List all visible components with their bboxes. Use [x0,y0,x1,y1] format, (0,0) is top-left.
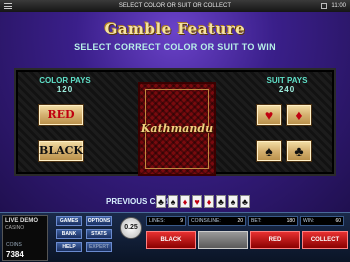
previous-card: ♥ [192,195,202,208]
coins-value: 7384 [6,250,24,259]
spade-icon: ♠ [265,143,273,159]
expert-button[interactable]: EXPERT [86,242,112,252]
suit-pays-label: SUIT PAYS [266,76,308,85]
coins-per-line-value: 20 [237,218,243,224]
suit-button-hearts[interactable]: ♥ [256,104,282,126]
suit-button-diamonds[interactable]: ♦ [286,104,312,126]
coin-size-selector[interactable]: 0.25 [120,217,142,239]
sound-icon[interactable] [321,3,328,9]
stats-button[interactable]: STATS [86,229,112,239]
previous-card: ♣ [216,195,226,208]
bet-info: BET: 180 [248,216,298,226]
spade-icon: ♠ [170,197,176,207]
win-value: 60 [335,218,341,224]
color-pays: COLOR PAYS 120 [30,76,100,94]
previous-card: ♠ [168,195,178,208]
diamond-icon: ♦ [182,197,188,207]
suit-button-clubs[interactable]: ♣ [286,140,312,162]
games-button[interactable]: GAMES [56,216,82,226]
suit-pays-amount: 240 [278,85,296,94]
coins-per-line-info: COINS/LINE: 20 [188,216,246,226]
lines-value: 9 [180,218,183,224]
bet-value: 180 [286,218,295,224]
diamond-icon: ♦ [206,197,212,207]
previous-card: ♣ [156,195,166,208]
help-button[interactable]: HELP [56,242,82,252]
club-icon: ♣ [218,197,224,207]
coins-panel: LIVE DEMO CASINO COINS 7384 [2,215,48,261]
bank-button[interactable]: BANK [56,229,82,239]
bet-info-strip: LINES: 9 COINS/LINE: 20 BET: 180 WIN: 60 [146,216,348,226]
previous-cards-row: PREVIOUS CARDS ♣ ♠ ♦ ♥ ♦ ♣ ♠ ♣ [0,195,350,209]
previous-card: ♣ [240,195,250,208]
suit-pays: SUIT PAYS 240 [252,76,322,94]
heart-icon: ♥ [264,107,274,123]
instruction-text: SELECT CORRECT COLOR OR SUIT TO WIN [74,42,276,52]
face-down-card: Kathmandu [138,82,216,176]
previous-card: ♦ [180,195,190,208]
diamond-icon: ♦ [295,107,303,123]
black-button[interactable]: BLACK [38,140,84,162]
bottom-console: LIVE DEMO CASINO COINS 7384 GAMES OPTION… [0,212,350,262]
red-button[interactable]: RED [38,104,84,126]
card-logo: Kathmandu [140,122,214,135]
status-message: SELECT COLOR OR SUIT OR COLLECT [118,3,232,9]
blank-button-1 [198,231,248,249]
previous-card: ♦ [204,195,214,208]
bet-label: BET: [251,218,262,224]
club-icon: ♣ [242,197,248,207]
brand-logo: LIVE DEMO [5,218,39,224]
options-button[interactable]: OPTIONS [86,216,112,226]
title-bar: SELECT COLOR OR SUIT OR COLLECT 11:00 [0,0,350,12]
lines-label: LINES: [149,218,165,224]
club-icon: ♣ [158,197,164,207]
lines-info: LINES: 9 [146,216,186,226]
gamble-board: COLOR PAYS 120 RED BLACK Kathmandu SUIT … [14,68,336,176]
color-pays-label: COLOR PAYS [39,76,91,85]
previous-cards: ♣ ♠ ♦ ♥ ♦ ♣ ♠ ♣ [156,195,250,208]
game-stage: Gamble Feature SELECT CORRECT COLOR OR S… [0,12,350,212]
color-pays-amount: 120 [56,85,74,94]
win-label: WIN: [303,218,315,224]
feature-title: Gamble Feature [104,20,246,38]
clock: 11:00 [331,3,346,9]
heart-icon: ♥ [194,197,200,207]
previous-card: ♠ [228,195,238,208]
coins-per-line-label: COINS/LINE: [191,218,221,224]
suit-button-spades[interactable]: ♠ [256,140,282,162]
titlebar-controls: 11:00 [321,0,346,12]
spade-icon: ♠ [230,197,236,207]
win-info: WIN: 60 [300,216,344,226]
coins-label: COINS [6,242,22,248]
club-icon: ♣ [294,143,304,159]
collect-button[interactable]: COLLECT [302,231,348,249]
brand-sub: CASINO [5,225,25,231]
black-action-button[interactable]: BLACK [146,231,196,249]
red-action-button[interactable]: RED [250,231,300,249]
